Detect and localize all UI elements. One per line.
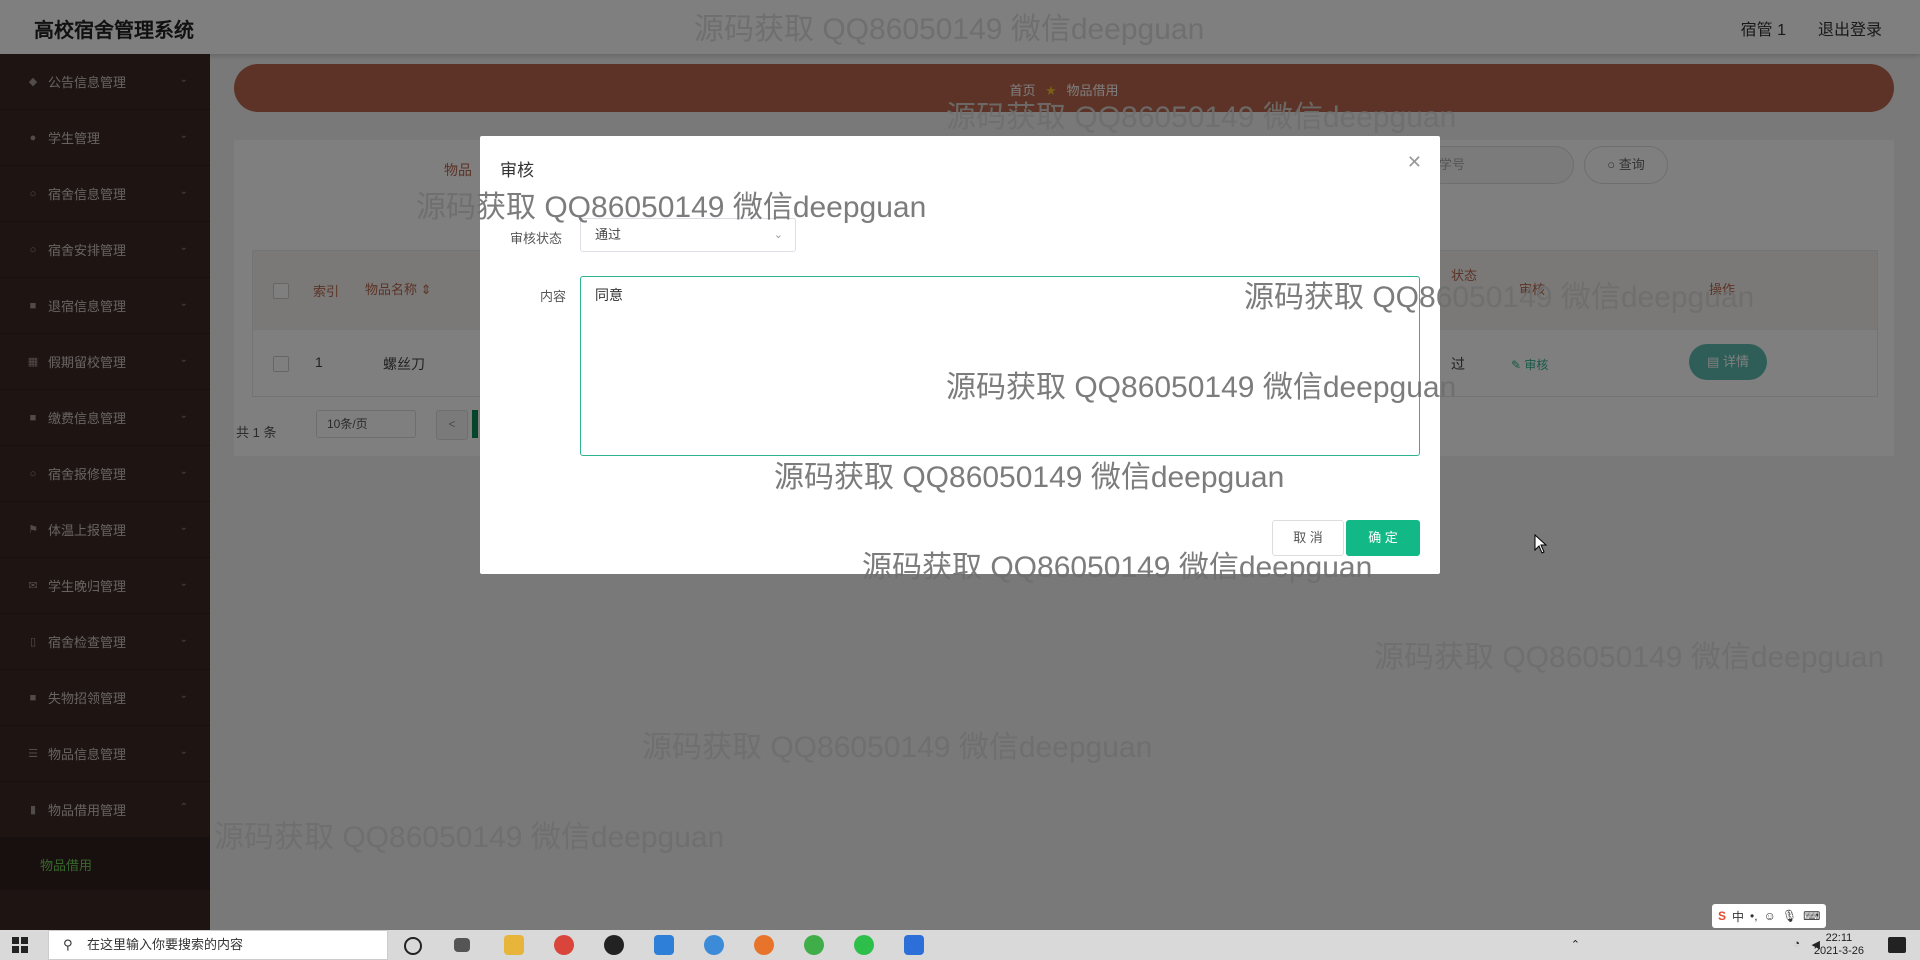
app-icon[interactable] xyxy=(704,935,724,955)
wps-icon[interactable] xyxy=(904,935,924,955)
clock-time: 22:11 xyxy=(1825,932,1853,944)
taskbar-search-input[interactable]: ⚲ 在这里输入你要搜索的内容 xyxy=(48,930,388,960)
dialog-title: 审核 xyxy=(500,161,534,180)
taskbar-search-placeholder: 在这里输入你要搜索的内容 xyxy=(87,937,244,952)
network-icon[interactable]: ◔ xyxy=(1793,938,1800,950)
sogou-icon: S xyxy=(1718,909,1727,923)
baidu-netdisk-icon[interactable] xyxy=(654,935,674,955)
confirm-button[interactable]: 确 定 xyxy=(1346,520,1420,556)
qq-icon[interactable] xyxy=(604,935,624,955)
search-icon: ⚲ xyxy=(63,937,73,952)
punctuation-icon: •, xyxy=(1750,909,1758,923)
status-value: 通过 xyxy=(595,227,622,242)
close-icon[interactable]: ✕ xyxy=(1407,152,1422,173)
audit-dialog: 审核 ✕ 审核状态 通过 ⌄ 内容 同意 取 消 确 定 xyxy=(480,136,1440,574)
chevron-up-icon[interactable]: ⌃ xyxy=(1571,938,1580,951)
ime-toolbar[interactable]: S 中 •, ☺ 🎙 ⌨ xyxy=(1712,904,1827,928)
notification-icon[interactable] xyxy=(1888,937,1906,953)
wechat-icon[interactable] xyxy=(854,935,874,955)
firefox-icon[interactable] xyxy=(754,935,774,955)
taskbar: ⚲ 在这里输入你要搜索的内容 ⌃ ◔ ◀ 22:11 2021-3-26 xyxy=(0,930,1920,960)
clock-date: 2021-3-26 xyxy=(1813,945,1864,957)
mic-icon: 🎙 xyxy=(1781,909,1798,923)
windows-start-icon[interactable] xyxy=(12,937,28,953)
keyboard-icon: ⌨ xyxy=(1803,909,1821,923)
status-label: 审核状态 xyxy=(510,231,563,246)
status-select[interactable]: 通过 ⌄ xyxy=(580,218,796,252)
chevron-down-icon: ⌄ xyxy=(773,229,783,241)
task-view-icon[interactable] xyxy=(454,938,470,952)
ime-mode: 中 xyxy=(1732,909,1745,924)
chrome-icon[interactable] xyxy=(554,935,574,955)
file-explorer-icon[interactable] xyxy=(504,935,524,955)
emoji-icon: ☺ xyxy=(1763,909,1776,923)
mouse-cursor-icon xyxy=(1534,534,1548,554)
cortana-icon[interactable] xyxy=(404,937,422,955)
browser-icon[interactable] xyxy=(804,935,824,955)
content-textarea[interactable]: 同意 xyxy=(580,276,1420,456)
content-label: 内容 xyxy=(540,289,567,304)
cancel-button[interactable]: 取 消 xyxy=(1272,520,1344,556)
clock[interactable]: 22:11 2021-3-26 xyxy=(1814,932,1864,958)
